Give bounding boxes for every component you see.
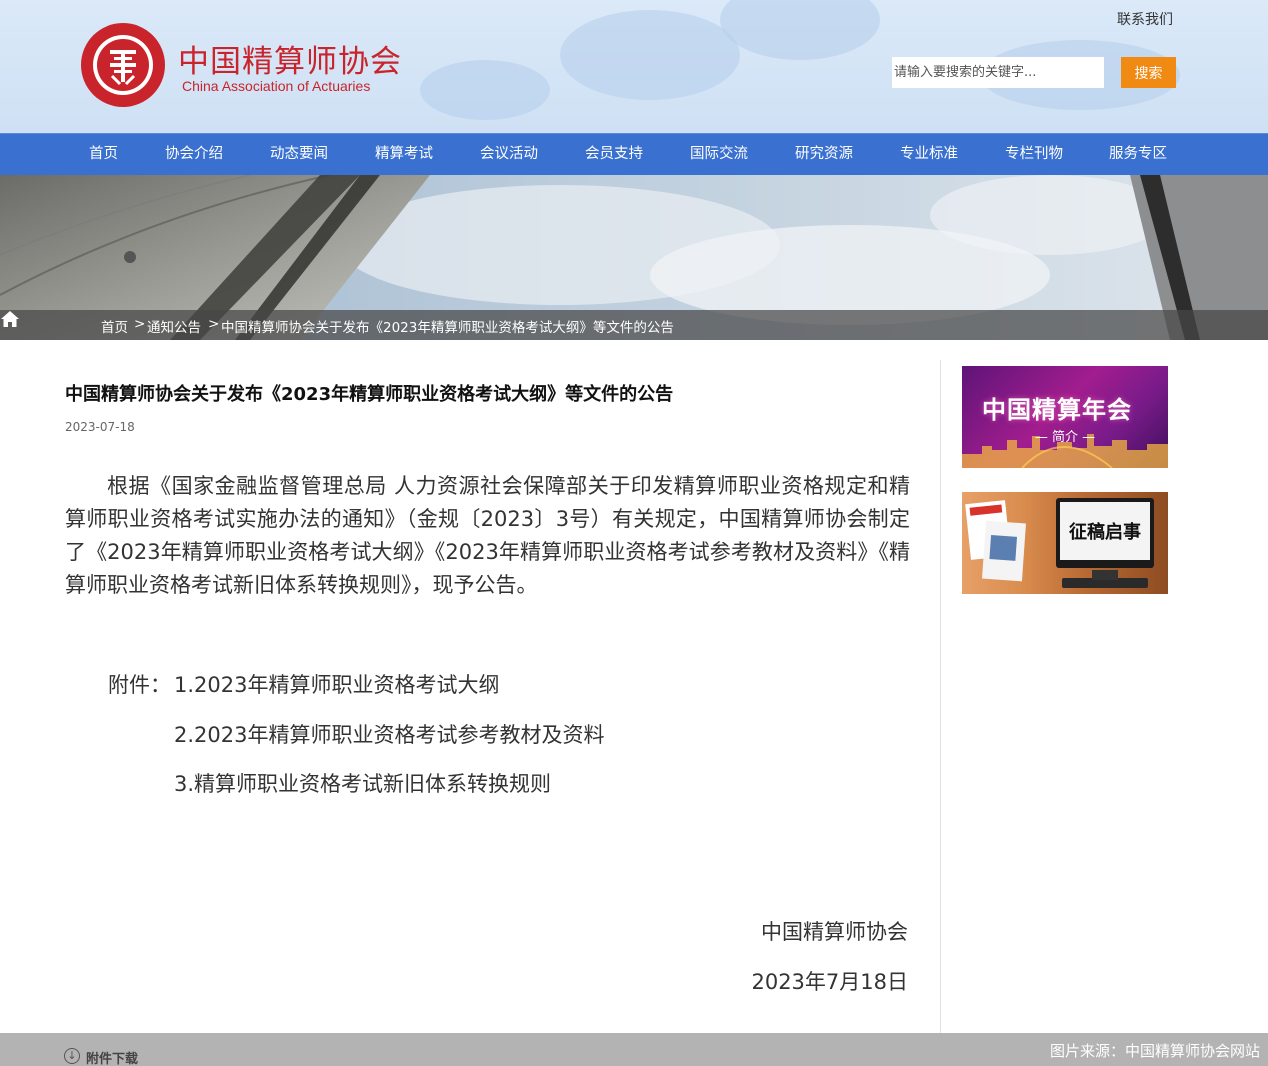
attachments-label: 附件： (108, 673, 171, 697)
attachment-download-label[interactable]: 附件下载 (86, 1048, 138, 1066)
main-navigation: 首页 协会介绍 动态要闻 精算考试 会议活动 会员支持 国际交流 研究资源 专业… (0, 133, 1268, 175)
article-date: 2023-07-18 (65, 420, 135, 434)
nav-item-about[interactable]: 协会介绍 (165, 134, 223, 176)
world-map-decoration (560, 10, 740, 100)
annual-meeting-title: 中国精算年会 (982, 396, 1132, 424)
annual-meeting-banner[interactable]: 中国精算年会 — 简介 — (962, 366, 1168, 468)
nav-item-news[interactable]: 动态要闻 (270, 134, 328, 176)
nav-item-home[interactable]: 首页 (89, 134, 118, 176)
nav-item-standards[interactable]: 专业标准 (900, 134, 958, 176)
logo-chinese-name[interactable]: 中国精算师协会 (178, 36, 402, 81)
world-map-decoration (720, 0, 880, 60)
call-for-papers-banner[interactable]: 征稿启事 (962, 492, 1168, 594)
article-body: 根据《国家金融监督管理总局 人力资源社会保障部关于印发精算师职业资格规定和精算师… (65, 474, 910, 597)
search-button[interactable]: 搜索 (1121, 57, 1176, 88)
nav-item-member-support[interactable]: 会员支持 (585, 134, 643, 176)
nav-item-publications[interactable]: 专栏刊物 (1005, 134, 1063, 176)
nav-item-services[interactable]: 服务专区 (1109, 134, 1167, 176)
site-header: 中国精算师协会 China Association of Actuaries 联… (0, 0, 1268, 133)
call-for-papers-title: 征稿启事 (1069, 522, 1141, 543)
annual-meeting-subtitle: — 简介 — (1034, 430, 1096, 445)
attachment-link-2[interactable]: 2.2023年精算师职业资格考试参考教材及资料 (174, 719, 604, 749)
annual-meeting-intro-label: 简介 (1051, 430, 1078, 445)
contact-us-link[interactable]: 联系我们 (1117, 9, 1173, 29)
logo-english-name[interactable]: China Association of Actuaries (182, 78, 370, 94)
column-divider (940, 360, 941, 1040)
home-icon[interactable] (0, 310, 20, 328)
monitor-screen: 征稿启事 (1060, 502, 1150, 560)
monitor: 征稿启事 (1056, 498, 1154, 568)
page-banner: 首页 > 通知公告 > 中国精算师协会关于发布《2023年精算师职业资格考试大纲… (0, 175, 1268, 340)
breadcrumb-home-link[interactable]: 首页 (101, 316, 128, 336)
nav-item-research[interactable]: 研究资源 (795, 134, 853, 176)
nav-item-exams[interactable]: 精算考试 (375, 134, 433, 176)
image-source-caption: 图片来源：中国精算师协会网站 (1049, 1042, 1260, 1060)
attachment-link-1[interactable]: 1.2023年精算师职业资格考试大纲 (174, 669, 499, 699)
breadcrumb-section-link[interactable]: 通知公告 (147, 316, 201, 336)
breadcrumb-separator: > (208, 316, 220, 332)
attachment-link-3[interactable]: 3.精算师职业资格考试新旧体系转换规则 (174, 768, 551, 798)
page: 中国精算师协会 China Association of Actuaries 联… (0, 0, 1268, 1066)
nav-item-events[interactable]: 会议活动 (480, 134, 538, 176)
breadcrumb: 首页 > 通知公告 > 中国精算师协会关于发布《2023年精算师职业资格考试大纲… (0, 310, 1268, 340)
search-input[interactable] (892, 57, 1104, 88)
breadcrumb-current: 中国精算师协会关于发布《2023年精算师职业资格考试大纲》等文件的公告 (221, 320, 674, 336)
signature-organization: 中国精算师协会 (761, 920, 908, 944)
association-seal-logo[interactable] (80, 22, 166, 108)
world-map-decoration (420, 60, 550, 120)
signature-date: 2023年7月18日 (751, 970, 908, 994)
nav-item-international[interactable]: 国际交流 (690, 134, 748, 176)
breadcrumb-separator: > (134, 316, 146, 332)
article-title: 中国精算师协会关于发布《2023年精算师职业资格考试大纲》等文件的公告 (65, 384, 674, 405)
download-icon[interactable]: ↓ (64, 1048, 80, 1064)
attachment-download-bar: ↓ 附件下载 图片来源：中国精算师协会网站 (0, 1033, 1268, 1066)
